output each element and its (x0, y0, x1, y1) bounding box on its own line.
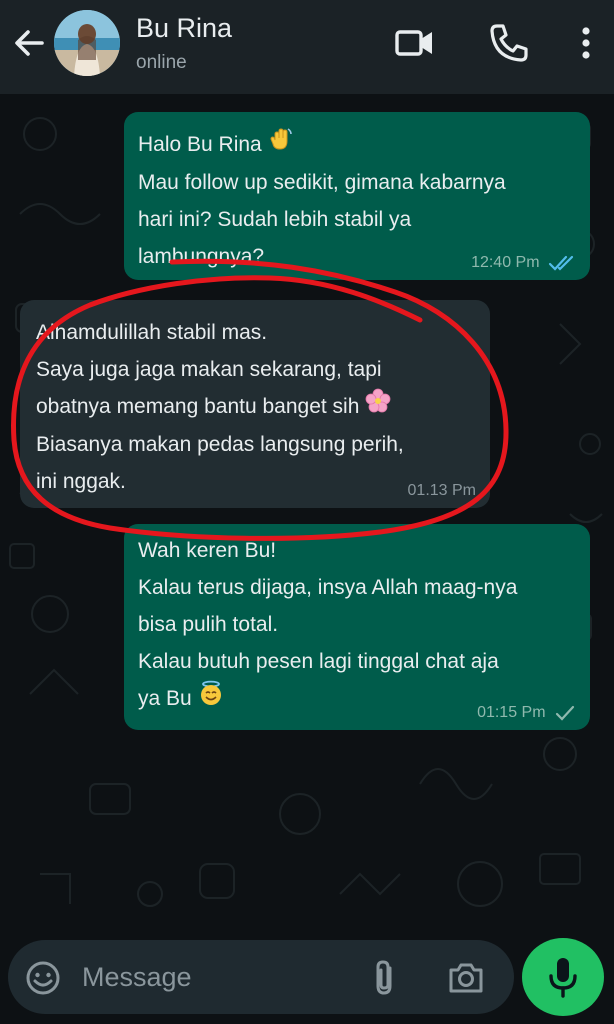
message-line: Mau follow up sedikit, gimana kabarnya (138, 171, 506, 195)
video-call-icon (395, 30, 432, 56)
message-incoming[interactable]: Alhamdulillah stabil mas. Saya juga jaga… (20, 300, 490, 508)
message-line: Kalau butuh pesen lagi tinggal chat aja (138, 650, 499, 673)
video-call-button[interactable] (392, 20, 438, 66)
message-time: 01:15 Pm (477, 704, 546, 721)
message-time: 01.13 Pm (407, 482, 476, 499)
message-meta: 12:40 Pm (471, 254, 576, 272)
message-line: Alhamdulillah stabil mas. (36, 321, 268, 344)
message-line: Biasanya makan pedas langsung perih, (36, 433, 404, 457)
message-meta: 01:15 Pm (477, 704, 576, 722)
read-receipt-icon (548, 255, 574, 271)
attach-button[interactable] (368, 958, 402, 998)
message-line: hari ini? Sudah lebih stabil ya (138, 208, 412, 232)
voice-message-button[interactable] (522, 938, 604, 1016)
message-line: Halo Bu Rina (138, 126, 574, 164)
message-line: Wah keren Bu! (138, 539, 277, 562)
voice-call-button[interactable] (486, 20, 532, 66)
message-meta: 01.13 Pm (408, 482, 476, 500)
message-list[interactable]: Halo Bu Rina Mau follow up sedikit, gima… (0, 94, 614, 930)
mic-icon (549, 958, 577, 998)
more-vert-icon (582, 27, 590, 59)
message-time: 12:40 Pm (471, 254, 540, 271)
camera-icon (449, 963, 483, 993)
avatar[interactable] (54, 10, 120, 76)
sent-check-icon (555, 705, 575, 721)
message-outgoing[interactable]: Halo Bu Rina Mau follow up sedikit, gima… (124, 112, 590, 280)
contact-name[interactable]: Bu Rina (136, 12, 232, 44)
message-input[interactable]: Message (82, 960, 192, 994)
message-line: Saya juga jaga makan sekarang, tapi (36, 358, 382, 381)
composer-bar: Message (0, 930, 614, 1024)
blossom-icon (365, 388, 391, 426)
emoji-button[interactable] (24, 959, 62, 997)
message-line: bisa pulih total. (138, 613, 279, 636)
camera-button[interactable] (446, 958, 486, 998)
attach-icon (376, 960, 392, 995)
back-button[interactable] (8, 22, 50, 64)
chat-header: Bu Rina online (0, 0, 614, 94)
chat-screen: Bu Rina online Halo Bu Rina Mau follow u… (0, 0, 614, 1024)
smiling-face-with-halo-icon (198, 680, 224, 718)
emoji-icon (26, 961, 60, 995)
waving-hand-icon (268, 126, 294, 164)
message-outgoing[interactable]: Wah keren Bu! Kalau terus dijaga, insya … (124, 524, 590, 730)
message-line: Kalau terus dijaga, insya Allah maag-nya (138, 576, 518, 599)
message-input-container[interactable]: Message (8, 940, 514, 1014)
message-line: obatnya memang bantu banget sih (36, 388, 474, 426)
back-arrow-icon (15, 30, 44, 56)
voice-call-icon (490, 24, 528, 62)
more-options-button[interactable] (566, 20, 606, 66)
contact-status: online (136, 52, 187, 73)
